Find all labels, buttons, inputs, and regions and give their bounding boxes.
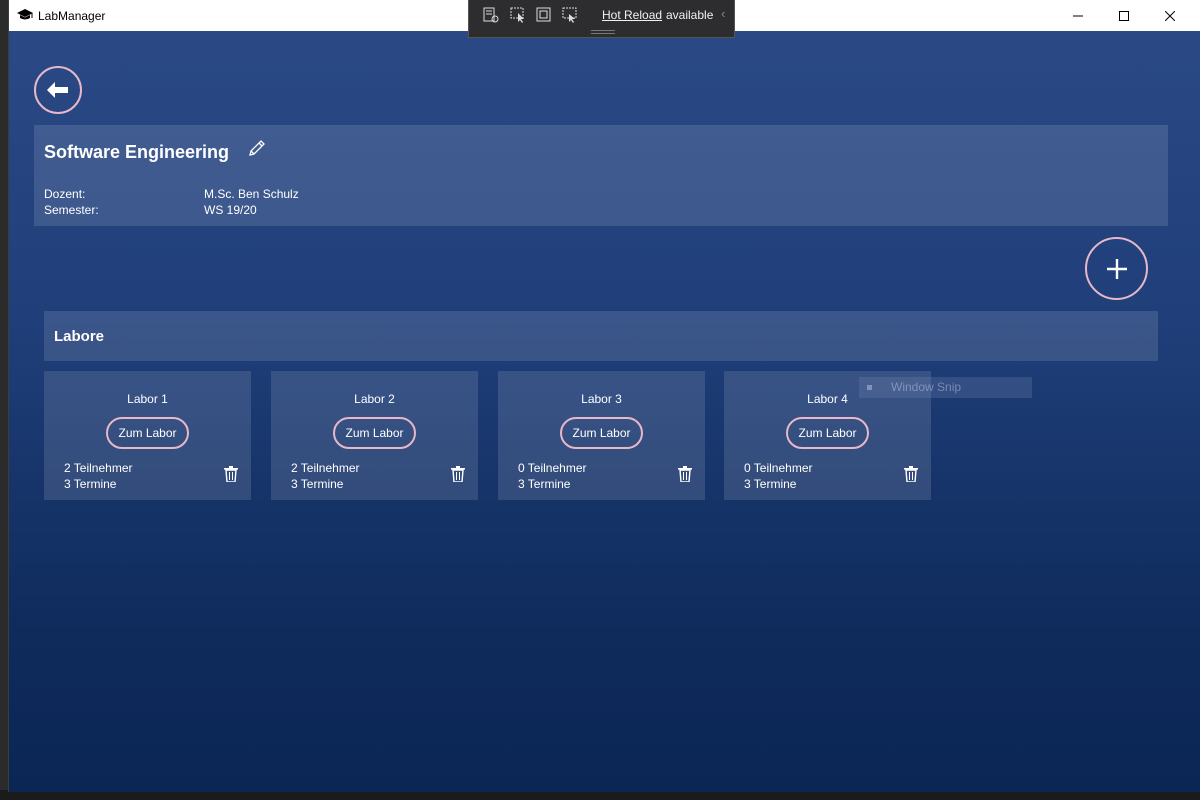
lab-participants: 0 Teilnehmer xyxy=(744,461,813,475)
display-adorners-icon[interactable] xyxy=(534,5,554,25)
lab-dates: 3 Termine xyxy=(64,477,117,491)
lab-name: Labor 1 xyxy=(127,392,168,406)
open-lab-button[interactable]: Zum Labor xyxy=(106,417,189,449)
lecturer-label: Dozent: xyxy=(44,187,86,201)
plus-icon xyxy=(1106,258,1127,279)
lab-dates: 3 Termine xyxy=(518,477,571,491)
maximize-icon xyxy=(1119,10,1129,21)
lab-card: Labor 1 Zum Labor 2 Teilnehmer 3 Termine xyxy=(44,371,251,500)
lab-name: Labor 3 xyxy=(581,392,622,406)
lab-name: Labor 2 xyxy=(354,392,395,406)
lab-participants: 2 Teilnehmer xyxy=(291,461,360,475)
snip-icon xyxy=(867,385,872,390)
trash-icon[interactable] xyxy=(224,466,238,483)
course-title: Software Engineering xyxy=(44,142,230,162)
ide-background xyxy=(0,0,8,800)
lab-dates: 3 Termine xyxy=(744,477,797,491)
select-element-icon[interactable] xyxy=(508,5,528,25)
semester-value: WS 19/20 xyxy=(204,203,257,217)
hot-reload-status: available xyxy=(666,8,714,22)
track-focus-icon[interactable] xyxy=(560,5,580,25)
lab-participants: 2 Teilnehmer xyxy=(64,461,133,475)
window-title: LabManager xyxy=(38,9,106,23)
trash-icon[interactable] xyxy=(904,466,918,483)
course-info-panel: Software Engineering Dozent: M.Sc. Ben S… xyxy=(34,125,1168,226)
lab-card: Labor 3 Zum Labor 0 Teilnehmer 3 Termine xyxy=(498,371,705,500)
minimize-button[interactable] xyxy=(1055,0,1101,31)
back-button[interactable] xyxy=(34,66,82,114)
hot-reload-link[interactable]: Hot Reload xyxy=(602,8,662,22)
open-lab-button[interactable]: Zum Labor xyxy=(333,417,416,449)
app-window: LabManager Hot Reload available ‹ Softwa… xyxy=(8,0,1200,792)
snip-label: Window Snip xyxy=(891,380,962,394)
trash-icon[interactable] xyxy=(451,466,465,483)
add-lab-button[interactable] xyxy=(1085,237,1148,300)
close-icon xyxy=(1165,10,1175,21)
lab-card: Labor 2 Zum Labor 2 Teilnehmer 3 Termine xyxy=(271,371,478,500)
close-button[interactable] xyxy=(1147,0,1193,31)
lab-participants: 0 Teilnehmer xyxy=(518,461,587,475)
live-visual-tree-icon[interactable] xyxy=(481,5,501,25)
semester-label: Semester: xyxy=(44,203,99,217)
trash-icon[interactable] xyxy=(678,466,692,483)
open-lab-button[interactable]: Zum Labor xyxy=(560,417,643,449)
open-lab-button[interactable]: Zum Labor xyxy=(786,417,869,449)
lecturer-value: M.Sc. Ben Schulz xyxy=(204,187,299,201)
maximize-button[interactable] xyxy=(1101,0,1147,31)
drag-grip-icon[interactable] xyxy=(591,30,615,34)
hot-reload-toolbar: Hot Reload available ‹ xyxy=(468,0,735,38)
arrow-left-icon xyxy=(47,82,68,98)
labs-section-header: Labore xyxy=(44,311,1158,361)
pencil-icon[interactable] xyxy=(246,137,268,159)
labs-section-title: Labore xyxy=(54,328,105,345)
window-snip-overlay: Window Snip xyxy=(859,377,1032,398)
lab-dates: 3 Termine xyxy=(291,477,344,491)
minimize-icon xyxy=(1073,15,1083,16)
graduation-cap-icon xyxy=(17,8,33,22)
collapse-toolbar-icon[interactable]: ‹ xyxy=(721,6,725,21)
